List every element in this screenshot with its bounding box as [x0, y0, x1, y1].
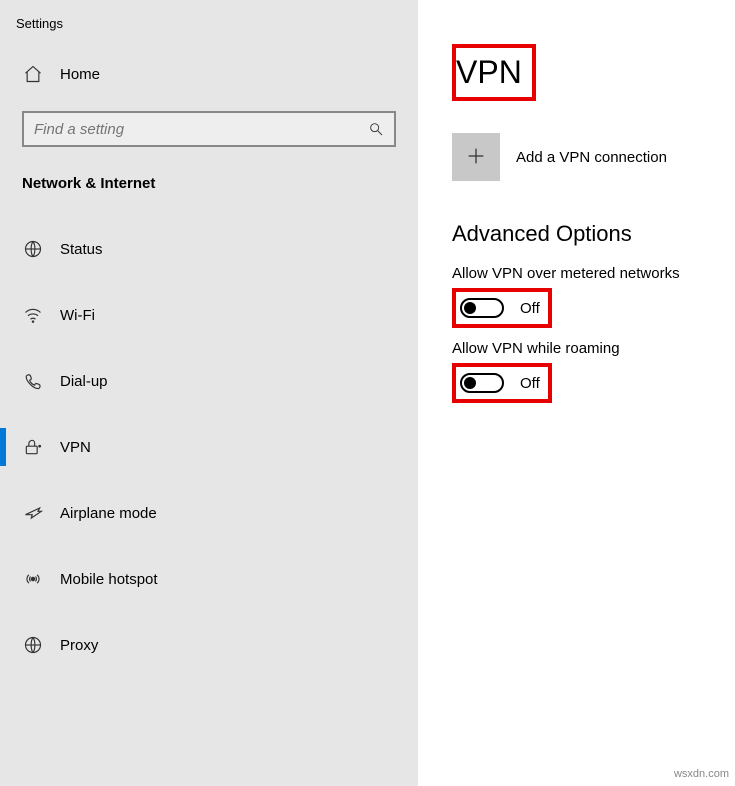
add-vpn-label: Add a VPN connection — [516, 149, 667, 166]
nav-label: Dial-up — [60, 373, 108, 390]
content-area: VPN Add a VPN connection Advanced Option… — [418, 0, 735, 786]
sidebar-item-wifi[interactable]: Wi-Fi — [0, 290, 418, 340]
proxy-icon — [22, 634, 44, 656]
toggle-roaming-state: Off — [520, 375, 540, 392]
sidebar-item-status[interactable]: Status — [0, 224, 418, 274]
search-box[interactable] — [22, 111, 396, 147]
nav-label: Proxy — [60, 637, 98, 654]
option-roaming-label: Allow VPN while roaming — [452, 340, 735, 357]
toggle-roaming[interactable] — [460, 373, 504, 393]
sidebar-item-dialup[interactable]: Dial-up — [0, 356, 418, 406]
toggle-metered-row: Off — [452, 288, 552, 328]
toggle-knob — [464, 377, 476, 389]
search-input[interactable] — [34, 121, 368, 138]
option-metered-label: Allow VPN over metered networks — [452, 265, 735, 282]
wifi-icon — [22, 304, 44, 326]
toggle-metered-state: Off — [520, 300, 540, 317]
add-button[interactable] — [452, 133, 500, 181]
status-icon — [22, 238, 44, 260]
search-icon — [368, 121, 384, 137]
vpn-icon — [22, 436, 44, 458]
page-title: VPN — [452, 44, 536, 101]
sidebar-item-proxy[interactable]: Proxy — [0, 620, 418, 670]
sidebar-item-vpn[interactable]: VPN — [0, 422, 418, 472]
watermark: wsxdn.com — [674, 768, 729, 780]
toggle-metered[interactable] — [460, 298, 504, 318]
nav-label: VPN — [60, 439, 91, 456]
home-label: Home — [60, 66, 100, 83]
airplane-icon — [22, 502, 44, 524]
sidebar: Settings Home Network & Internet Status … — [0, 0, 418, 786]
add-vpn-row[interactable]: Add a VPN connection — [452, 133, 735, 181]
dialup-icon — [22, 370, 44, 392]
category-label: Network & Internet — [0, 169, 418, 224]
sidebar-item-hotspot[interactable]: Mobile hotspot — [0, 554, 418, 604]
nav-label: Airplane mode — [60, 505, 157, 522]
sidebar-item-airplane[interactable]: Airplane mode — [0, 488, 418, 538]
hotspot-icon — [22, 568, 44, 590]
nav-label: Mobile hotspot — [60, 571, 158, 588]
home-nav[interactable]: Home — [0, 51, 418, 97]
nav-label: Status — [60, 241, 103, 258]
home-icon — [22, 63, 44, 85]
toggle-roaming-row: Off — [452, 363, 552, 403]
plus-icon — [465, 145, 487, 170]
nav-label: Wi-Fi — [60, 307, 95, 324]
advanced-options-header: Advanced Options — [452, 221, 735, 247]
toggle-knob — [464, 302, 476, 314]
app-title: Settings — [0, 12, 418, 51]
